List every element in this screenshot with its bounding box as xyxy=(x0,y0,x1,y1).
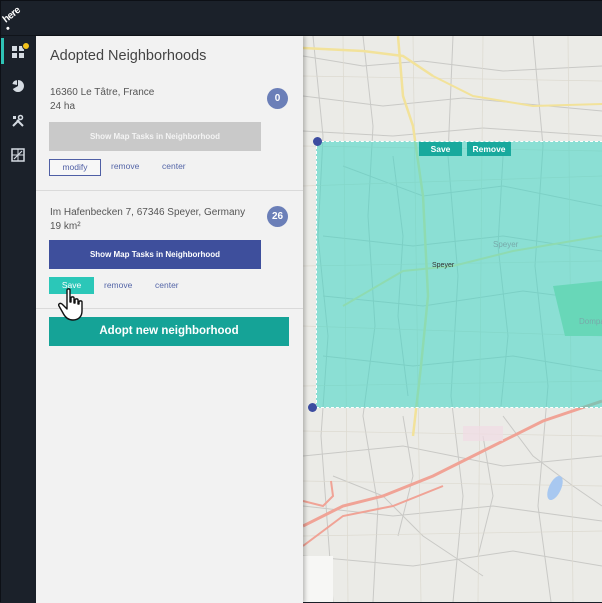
top-bar: here xyxy=(1,1,602,36)
task-count-badge: 26 xyxy=(267,206,288,227)
neighborhood-size: 24 ha xyxy=(50,101,76,112)
remove-link[interactable]: remove xyxy=(104,280,132,290)
pie-chart-icon[interactable] xyxy=(11,79,27,95)
map-tiles-icon[interactable] xyxy=(11,148,27,164)
map-label-district: Speyer xyxy=(493,240,519,249)
center-link[interactable]: center xyxy=(155,280,179,290)
center-link[interactable]: center xyxy=(162,161,186,171)
map-save-button[interactable]: Save xyxy=(419,142,462,156)
remove-link[interactable]: remove xyxy=(111,161,139,171)
notification-badge xyxy=(22,42,30,50)
logo-text: here xyxy=(0,4,23,26)
hand-cursor-icon xyxy=(58,288,83,321)
adopted-neighborhoods-panel: Adopted Neighborhoods 16360 Le Tâtre, Fr… xyxy=(36,36,303,603)
selection-handle-top[interactable] xyxy=(313,137,322,146)
left-rail xyxy=(1,36,36,603)
map-label-city: Speyer xyxy=(432,262,455,269)
neighborhood-address: 16360 Le Tâtre, France xyxy=(50,87,155,98)
neighborhood-address: Im Hafenbecken 7, 67346 Speyer, Germany xyxy=(50,207,246,218)
task-count-badge: 0 xyxy=(267,88,288,109)
tools-icon[interactable] xyxy=(11,114,27,130)
logo-dot xyxy=(5,26,11,31)
app-window: here Save Remove Speyer Speyer Domp Adop… xyxy=(0,0,602,603)
neighborhood-card-1: 16360 Le Tâtre, France 24 ha 0 Show Map … xyxy=(36,86,303,190)
modify-button[interactable]: modify xyxy=(49,159,101,176)
show-map-tasks-button[interactable]: Show Map Tasks in Neighborhood xyxy=(49,240,261,269)
map-label-dom: Dompa xyxy=(579,317,602,326)
here-logo[interactable]: here xyxy=(1,2,33,34)
neighborhood-selection[interactable] xyxy=(316,141,602,408)
selection-handle-bottom[interactable] xyxy=(308,403,317,412)
map-remove-button[interactable]: Remove xyxy=(467,142,511,156)
show-map-tasks-button[interactable]: Show Map Tasks in Neighborhood xyxy=(49,122,261,151)
active-indicator xyxy=(1,38,4,64)
neighborhood-size: 19 km² xyxy=(50,221,81,232)
map-view[interactable]: Save Remove Speyer Speyer Dompa xyxy=(303,36,602,602)
card-divider xyxy=(36,190,303,191)
panel-title: Adopted Neighborhoods xyxy=(50,48,207,64)
